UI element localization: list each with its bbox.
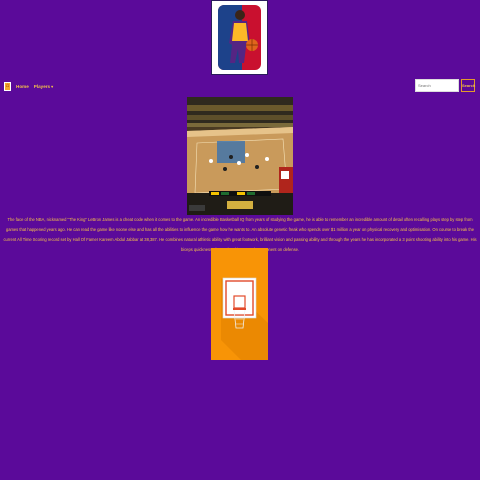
player-logo-icon — [212, 1, 267, 74]
basketball-hoop-icon — [221, 277, 268, 360]
game-photo — [187, 97, 293, 215]
chevron-down-icon: ▾ — [51, 83, 54, 89]
hoop-image — [211, 248, 268, 360]
nav-players-dropdown[interactable]: Players▾ — [34, 84, 53, 89]
search-button[interactable]: Search — [461, 79, 475, 92]
search-form: Search — [415, 79, 475, 92]
home-icon[interactable]: ⌂ — [4, 81, 11, 91]
nav-players-label: Players — [33, 83, 51, 89]
nba-logo[interactable] — [211, 0, 268, 75]
main-nav: ⌂ Home Players▾ — [4, 81, 53, 91]
basketball-game-image — [187, 97, 293, 215]
nav-home-link[interactable]: Home — [16, 84, 29, 89]
search-input[interactable] — [415, 79, 459, 92]
